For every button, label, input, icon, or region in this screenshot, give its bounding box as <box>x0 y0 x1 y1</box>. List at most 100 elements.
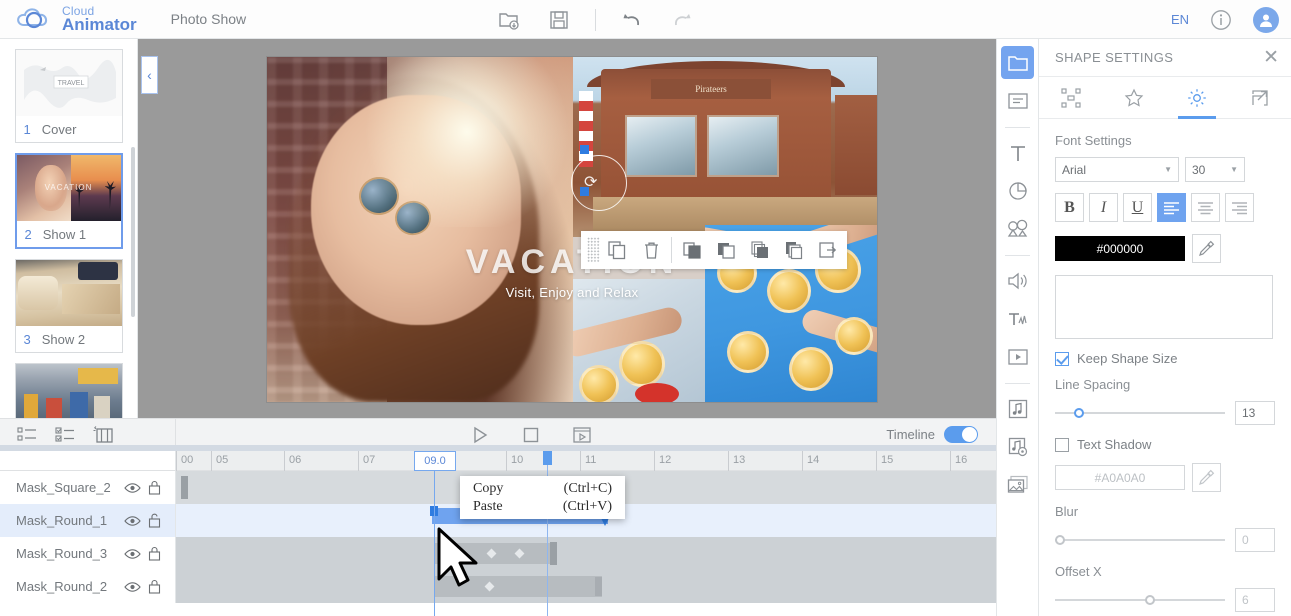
lock-icon[interactable] <box>143 543 165 565</box>
track-label[interactable]: Mask_Square_2 <box>0 471 176 504</box>
collapse-slides-button[interactable]: ‹ <box>141 56 158 94</box>
eye-icon[interactable] <box>121 543 143 565</box>
line-spacing-value[interactable]: 13 <box>1235 401 1275 425</box>
folder-icon[interactable] <box>1001 46 1034 79</box>
selection-handle-bottom[interactable] <box>580 187 589 196</box>
track-area[interactable] <box>176 570 996 603</box>
font-family-select[interactable]: Arial ▼ <box>1055 157 1179 182</box>
track-label[interactable]: Mask_Round_1 <box>0 504 176 537</box>
offset-x-track[interactable] <box>1055 595 1225 605</box>
align-left-button[interactable] <box>1157 193 1186 222</box>
slides-scrollbar[interactable] <box>131 147 135 317</box>
checklist-view-icon[interactable] <box>54 424 76 446</box>
offset-x-value[interactable]: 6 <box>1235 588 1275 612</box>
drag-grip-handle[interactable] <box>587 237 600 263</box>
list-view-icon[interactable] <box>16 424 38 446</box>
blur-value[interactable]: 0 <box>1235 528 1275 552</box>
timeline-ruler[interactable]: 00 05 06 07 08 10 11 12 13 14 15 16 <box>176 451 996 471</box>
eye-icon[interactable] <box>121 477 143 499</box>
bring-to-front-icon[interactable] <box>675 231 709 269</box>
language-selector[interactable]: EN <box>1171 12 1189 27</box>
slide-layout-icon[interactable] <box>1001 84 1034 117</box>
close-icon[interactable]: ✕ <box>1263 48 1279 67</box>
video-icon[interactable] <box>1001 340 1034 373</box>
font-color-swatch[interactable]: #000000 <box>1055 236 1185 261</box>
eyedropper-icon[interactable] <box>1192 234 1221 263</box>
photo-wooden-house[interactable]: Pirateers <box>573 57 877 237</box>
clipart-icon[interactable] <box>1001 212 1034 245</box>
menu-item-paste[interactable]: Paste (Ctrl+V) <box>460 498 625 516</box>
photo-woman[interactable] <box>267 57 577 402</box>
table-row[interactable]: Mask_Round_2 <box>0 570 996 603</box>
italic-button[interactable]: I <box>1089 193 1118 222</box>
account-avatar-icon[interactable] <box>1253 6 1279 33</box>
track-area[interactable] <box>176 537 996 570</box>
clip-marker[interactable] <box>181 476 188 499</box>
send-backward-icon[interactable] <box>743 231 777 269</box>
slide-item-3[interactable]: 3 Show 2 <box>14 259 123 353</box>
offset-x-knob[interactable] <box>1145 595 1156 605</box>
object-float-toolbar[interactable] <box>581 231 847 269</box>
lock-icon[interactable] <box>143 576 165 598</box>
underline-button[interactable]: U <box>1123 193 1152 222</box>
line-spacing-track[interactable] <box>1055 408 1225 418</box>
info-icon[interactable] <box>1207 6 1235 34</box>
delete-trash-icon[interactable] <box>634 231 668 269</box>
menu-item-copy[interactable]: Copy (Ctrl+C) <box>460 480 625 498</box>
canvas-subtitle-text[interactable]: Visit, Enjoy and Relax <box>267 285 877 300</box>
keep-shape-size-row[interactable]: Keep Shape Size <box>1055 351 1275 366</box>
clip-marker[interactable] <box>550 542 557 565</box>
slide-item-4[interactable]: 4 <box>14 363 123 418</box>
audio-icon[interactable] <box>1001 264 1034 297</box>
blur-knob[interactable] <box>1055 535 1065 545</box>
tab-transform[interactable] <box>1039 77 1102 118</box>
image-icon[interactable] <box>1001 468 1034 501</box>
blur-track[interactable] <box>1055 535 1225 545</box>
undo-icon[interactable] <box>618 6 646 34</box>
shape-icon[interactable] <box>1001 174 1034 207</box>
slide-item-2[interactable]: VACATION 2 Show 1 <box>14 153 123 249</box>
lock-icon[interactable] <box>143 477 165 499</box>
line-spacing-knob[interactable] <box>1073 408 1084 418</box>
save-icon[interactable] <box>545 6 573 34</box>
font-size-select[interactable]: 30 ▼ <box>1185 157 1245 182</box>
redo-icon[interactable] <box>668 6 696 34</box>
tab-settings[interactable] <box>1165 77 1228 118</box>
slides-panel[interactable]: TRAVEL 1 Cover VACATION 2 Show 1 3 Show … <box>0 39 138 418</box>
slide-item-1[interactable]: TRAVEL 1 Cover <box>14 49 123 143</box>
text-shadow-row[interactable]: Text Shadow <box>1055 437 1275 452</box>
eye-icon[interactable] <box>121 510 143 532</box>
tab-animation[interactable] <box>1102 77 1165 118</box>
add-keyframe-icon[interactable] <box>92 424 114 446</box>
text-effect-icon[interactable] <box>1001 302 1034 335</box>
text-shadow-checkbox[interactable] <box>1055 437 1069 452</box>
track-label[interactable]: Mask_Round_3 <box>0 537 176 570</box>
duplicate-icon[interactable] <box>600 231 634 269</box>
playhead-line[interactable] <box>434 451 435 616</box>
send-to-back-icon[interactable] <box>777 231 811 269</box>
bold-button[interactable]: B <box>1055 193 1084 222</box>
play-button[interactable] <box>468 423 492 447</box>
bring-forward-icon[interactable] <box>709 231 743 269</box>
align-center-button[interactable] <box>1191 193 1220 222</box>
secondary-playhead-handle[interactable] <box>543 451 552 465</box>
playhead-time-label[interactable]: 09.0 <box>414 451 456 471</box>
shape-text-input[interactable] <box>1055 275 1273 339</box>
tab-export[interactable] <box>1228 77 1291 118</box>
import-folder-icon[interactable] <box>495 6 523 34</box>
table-row[interactable]: Mask_Round_3 <box>0 537 996 570</box>
preview-button[interactable] <box>570 423 594 447</box>
music-settings-icon[interactable] <box>1001 430 1034 463</box>
eye-icon[interactable] <box>121 576 143 598</box>
clip-handle-right[interactable] <box>595 577 602 596</box>
document-title[interactable]: Photo Show <box>171 11 247 27</box>
track-label[interactable]: Mask_Round_2 <box>0 570 176 603</box>
app-logo[interactable]: Cloud Animator <box>14 5 137 33</box>
keep-shape-size-checkbox[interactable] <box>1055 351 1069 366</box>
align-right-button[interactable] <box>1225 193 1254 222</box>
music-icon[interactable] <box>1001 392 1034 425</box>
selection-handle-top[interactable] <box>580 145 589 154</box>
slide-canvas[interactable]: Pirateers VACATION Visit, Enjoy and Rela… <box>267 57 877 402</box>
rotate-handle-circle[interactable]: ⟳ <box>571 155 627 211</box>
text-icon[interactable] <box>1001 136 1034 169</box>
